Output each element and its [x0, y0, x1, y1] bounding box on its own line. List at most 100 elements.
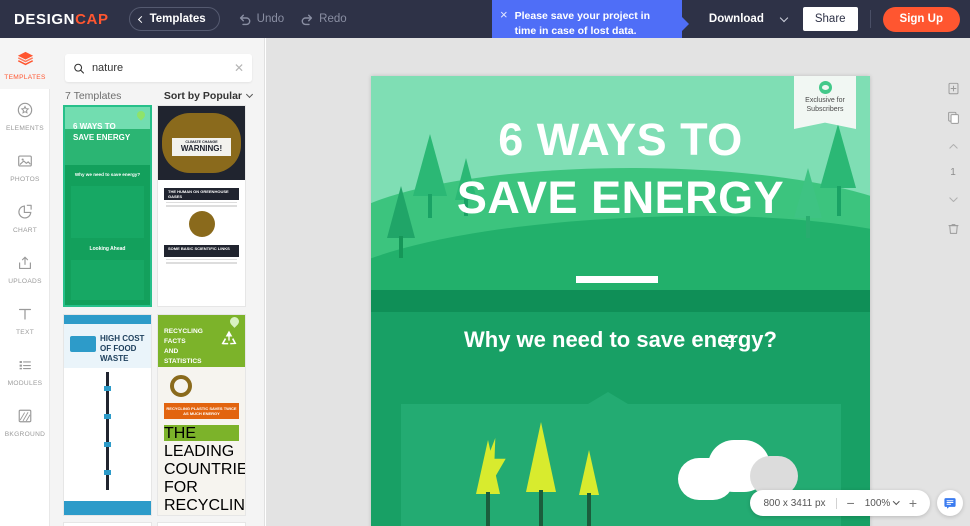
design-canvas[interactable]: 6 WAYS TO SAVE ENERGY Exclusive for Subs…: [371, 76, 870, 526]
sidebar-label: TEXT: [15, 329, 35, 336]
thumb-line: [166, 202, 237, 204]
page-number: 1: [950, 167, 956, 178]
templates-button-label: Templates: [149, 13, 206, 25]
chat-support-button[interactable]: [937, 490, 963, 516]
search-input[interactable]: [91, 62, 234, 74]
sign-up-button[interactable]: Sign Up: [882, 6, 960, 32]
undo-label: Undo: [256, 13, 285, 25]
panel-meta-row: 7 Templates Sort by Popular: [65, 90, 254, 102]
sort-dropdown[interactable]: Sort by Popular: [164, 90, 254, 102]
sidebar-label: PHOTOS: [10, 176, 40, 183]
text-t-icon: [15, 304, 35, 324]
templates-back-button[interactable]: Templates: [128, 7, 220, 31]
layers-icon: [15, 49, 35, 69]
clear-search-icon[interactable]: ✕: [234, 62, 244, 74]
template-card[interactable]: [157, 522, 246, 526]
thumb-donut-chart: [170, 374, 192, 397]
thumb-title: HIGH COST OF FOOD WASTE: [100, 333, 145, 363]
move-page-up-icon[interactable]: [945, 138, 961, 154]
thumb-line: [166, 258, 237, 261]
thumb-header: RECYCLING FACTS AND STATISTICS: [158, 314, 245, 367]
sidebar-item-background[interactable]: BKGROUND: [0, 395, 50, 446]
timeline-node: [103, 441, 112, 447]
timeline-node: [103, 469, 112, 475]
thumb-top-band: [64, 314, 151, 324]
thumb-sign: CLIMATE CHANGE WARNING!: [172, 138, 231, 156]
thumb-bar-1: THE HUMAN ON GREENHOUSE GASES: [164, 188, 239, 200]
redo-label: Redo: [319, 13, 347, 25]
leaf-drop-icon: [818, 81, 832, 94]
left-tool-rail: TEMPLATES ELEMENTS PHOTOS CHART UPLOADS …: [0, 38, 50, 526]
canvas-dimensions-label: 800 x 3411 px: [763, 497, 826, 509]
designcap-editor: DESIGNCAP Templates Undo Redo Download S…: [0, 0, 970, 526]
redo-button[interactable]: Redo: [300, 12, 347, 26]
sidebar-item-text[interactable]: TEXT: [0, 293, 50, 344]
template-card[interactable]: [63, 522, 152, 526]
exclusive-subscribers-badge: Exclusive for Subscribers: [794, 76, 856, 129]
template-grid: 6 WAYS TO SAVE ENERGY Why we need to sav…: [63, 105, 255, 526]
delete-page-icon[interactable]: [945, 220, 961, 236]
leaf-drop-icon: [135, 109, 147, 121]
thumb-bar-2: SOME BASIC SCIENTIFIC LINKS: [164, 244, 239, 257]
template-card[interactable]: 6 WAYS TO SAVE ENERGY Why we need to sav…: [63, 105, 152, 307]
undo-redo-group: Undo Redo: [238, 12, 347, 26]
sidebar-item-uploads[interactable]: UPLOADS: [0, 242, 50, 293]
share-button[interactable]: Share: [802, 7, 858, 31]
zoom-out-button[interactable]: −: [847, 496, 855, 510]
add-page-icon[interactable]: [945, 80, 961, 96]
logo-text-cap: CAP: [75, 10, 109, 28]
zoom-in-button[interactable]: +: [909, 496, 917, 510]
undo-button[interactable]: Undo: [238, 12, 285, 26]
vertical-resize-handle[interactable]: [723, 334, 737, 350]
download-group: Download: [701, 13, 789, 25]
thumb-title: 6 WAYS TO SAVE ENERGY: [73, 121, 144, 143]
search-icon: [74, 63, 85, 74]
thumb-title-line2: SAVE ENERGY: [73, 133, 131, 142]
app-logo[interactable]: DESIGNCAP: [14, 11, 109, 28]
zoom-level-dropdown[interactable]: 100%: [865, 498, 900, 509]
undo-icon: [239, 14, 250, 26]
template-card[interactable]: CLIMATE CHANGE WARNING! THE HUMAN ON GRE…: [157, 105, 246, 307]
sidebar-item-photos[interactable]: PHOTOS: [0, 140, 50, 191]
top-actions-group: Save Download Share Sign Up: [642, 0, 970, 38]
template-card[interactable]: HIGH COST OF FOOD WASTE: [63, 313, 152, 516]
list-icon: [15, 355, 35, 375]
badge-star-icon: [15, 100, 35, 120]
canvas-heading-line2[interactable]: SAVE ENERGY: [371, 172, 870, 224]
leaf-drop-icon: [228, 314, 241, 328]
sidebar-item-templates[interactable]: TEMPLATES: [0, 38, 50, 89]
sidebar-label: ELEMENTS: [6, 125, 44, 132]
thumb-green-banner: THE LEADING COUNTRIES FOR RECYCLING RATE…: [164, 424, 245, 514]
thumb-header: HIGH COST OF FOOD WASTE: [64, 323, 151, 368]
search-bar[interactable]: ✕: [65, 54, 252, 82]
chevron-down-icon[interactable]: [779, 13, 789, 22]
background-icon: [15, 406, 35, 426]
canvas-stage[interactable]: 6 WAYS TO SAVE ENERGY Exclusive for Subs…: [266, 38, 970, 526]
pie-chart-icon: [15, 202, 35, 222]
chevron-down-icon: [727, 346, 733, 350]
sidebar-item-elements[interactable]: ELEMENTS: [0, 89, 50, 140]
canvas-subheading[interactable]: Why we need to save energy?: [371, 327, 870, 353]
thumb-bar-1-label: THE HUMAN ON GREENHOUSE GASES: [168, 189, 229, 199]
download-button[interactable]: Download: [701, 13, 772, 25]
tree-trunk: [399, 236, 403, 258]
canvas-hero-section: 6 WAYS TO SAVE ENERGY Exclusive for Subs…: [371, 76, 870, 312]
thumb-section-1: Looking Ahead: [89, 246, 126, 252]
tree-trunk: [587, 493, 591, 526]
thumb-section-2: 6 Ways to Save Energy: [65, 302, 150, 305]
thumb-green-banner-label: THE LEADING COUNTRIES FOR RECYCLING RATE…: [164, 424, 245, 514]
tree-shape-yellow: [526, 422, 556, 492]
thumb-line: [166, 205, 237, 207]
sidebar-item-chart[interactable]: CHART: [0, 191, 50, 242]
template-card[interactable]: RECYCLING FACTS AND STATISTICS RECYCLING…: [157, 313, 246, 516]
thumb-globe-shape: [188, 210, 215, 237]
sidebar-item-modules[interactable]: MODULES: [0, 344, 50, 395]
zoom-control-bar: 800 x 3411 px − 100% +: [750, 490, 930, 516]
move-page-down-icon[interactable]: [945, 191, 961, 207]
canvas-divider-rule[interactable]: [576, 276, 658, 283]
badge-line1: Exclusive for: [805, 97, 845, 104]
sidebar-label: TEMPLATES: [4, 74, 46, 81]
duplicate-page-icon[interactable]: [945, 109, 961, 125]
thumb-title: RECYCLING FACTS AND STATISTICS: [164, 327, 216, 367]
chat-icon: [944, 498, 956, 509]
